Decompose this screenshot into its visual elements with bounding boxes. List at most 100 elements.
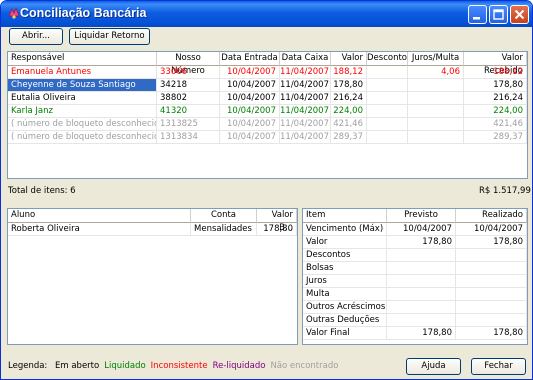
detail-row[interactable]: Juros — [303, 275, 527, 288]
table-cell — [456, 301, 527, 314]
column-header[interactable]: Data Entrada — [220, 52, 280, 66]
window-title: Conciliação Bancária — [20, 6, 147, 20]
table-row[interactable]: ( número de bloqueto desconhecido ) 13138… — [8, 118, 527, 131]
table-cell — [456, 275, 527, 288]
table-cell — [408, 92, 464, 105]
title-bar[interactable]: Conciliação Bancária — [1, 1, 532, 27]
column-header[interactable]: Responsável — [8, 52, 157, 66]
table-cell: 1313834 — [157, 131, 220, 144]
table-cell: Valor Final — [303, 327, 387, 340]
close-icon — [514, 9, 525, 20]
column-header[interactable]: Realizado — [456, 209, 527, 223]
detail-row[interactable]: Outros Acréscimos — [303, 301, 527, 314]
column-header[interactable]: Aluno — [8, 209, 191, 223]
column-header[interactable]: Desconto — [367, 52, 408, 66]
student-table[interactable]: Aluno Conta Valor B... Roberta Oliveira Mens… — [7, 208, 298, 345]
column-header[interactable]: Data Caixa — [280, 52, 331, 66]
settle-return-button[interactable]: Liquidar Retorno — [69, 28, 150, 45]
table-cell: 224,00 — [464, 105, 527, 118]
table-cell — [387, 301, 456, 314]
legend-label: Legenda: — [8, 361, 48, 371]
table-cell — [456, 288, 527, 301]
column-header[interactable]: Previsto — [387, 209, 456, 223]
items-total-label: Total de itens: 6 — [8, 186, 76, 196]
detail-row[interactable]: Multa — [303, 288, 527, 301]
table-cell: 4,06 — [408, 66, 464, 79]
table-cell: 38802 — [157, 92, 220, 105]
table-cell: 10/04/2007 — [220, 131, 280, 144]
help-button[interactable]: Ajuda — [406, 358, 461, 375]
detail-row[interactable]: Valor Final 178,80 178,80 — [303, 327, 527, 340]
table-cell: Multa — [303, 288, 387, 301]
column-header[interactable]: Valor B... — [257, 209, 297, 233]
table-cell: Valor — [303, 236, 387, 249]
table-cell: Bolsas — [303, 262, 387, 275]
table-cell: 10/04/2007 — [220, 118, 280, 131]
detail-row[interactable]: Vencimento (Máx) 10/04/2007 10/04/2007 — [303, 223, 527, 236]
detail-row[interactable]: Descontos — [303, 249, 527, 262]
table-cell: 11/04/2007 — [280, 79, 331, 92]
maximize-icon — [493, 9, 504, 20]
table-cell — [387, 314, 456, 327]
table-cell — [408, 79, 464, 92]
minimize-icon — [473, 17, 480, 20]
table-cell: Vencimento (Máx) — [303, 223, 387, 236]
table-cell: 11/04/2007 — [280, 131, 331, 144]
table-cell: 188,12 — [464, 66, 527, 79]
table-cell: 188,12 — [331, 66, 367, 79]
table-cell: 178,80 — [331, 79, 367, 92]
student-row[interactable]: Roberta Oliveira Mensalidades 178,80 — [8, 223, 297, 236]
table-row[interactable]: Eutalia Oliveira 38802 10/04/2007 11/04/200… — [8, 92, 527, 105]
detail-row[interactable]: Valor 178,80 178,80 — [303, 236, 527, 249]
table-row[interactable]: Emanuela Antunes 33066 10/04/2007 11/04/200… — [8, 66, 527, 79]
table-cell: Mensalidades — [191, 223, 257, 236]
column-header[interactable]: Valor — [331, 52, 367, 66]
detail-row[interactable]: Outras Deduções — [303, 314, 527, 327]
table-cell: Descontos — [303, 249, 387, 262]
maximize-button[interactable] — [489, 5, 508, 24]
table-row[interactable]: ( número de bloqueto desconhecido ) 13138… — [8, 131, 527, 144]
table-cell — [367, 79, 408, 92]
table-cell: 178,80 — [456, 327, 527, 340]
table-cell: 10/04/2007 — [220, 79, 280, 92]
table-cell: 216,24 — [331, 92, 367, 105]
table-cell: Outras Deduções — [303, 314, 387, 327]
legend-item: Não encontrado — [270, 361, 339, 371]
table-cell — [408, 131, 464, 144]
table-cell: 289,37 — [331, 131, 367, 144]
table-cell: 178,80 — [257, 223, 297, 236]
table-cell — [408, 105, 464, 118]
amount-total: R$ 1.517,99 — [479, 186, 531, 196]
table-cell: 10/04/2007 — [220, 105, 280, 118]
legend-item: Liquidado — [104, 361, 146, 371]
column-header[interactable]: Item — [303, 209, 387, 223]
table-cell — [408, 118, 464, 131]
open-button[interactable]: Abrir... — [9, 28, 63, 45]
table-row[interactable]: Cheyenne de Souza Santiago 34218 10/04/200… — [8, 79, 527, 92]
close-button[interactable]: Fechar — [471, 358, 526, 375]
table-cell — [387, 288, 456, 301]
table-cell — [456, 262, 527, 275]
column-header[interactable]: Conta — [191, 209, 257, 223]
minimize-button[interactable] — [468, 5, 487, 24]
table-cell — [367, 66, 408, 79]
detail-table[interactable]: Item Previsto Realizado Vencimento (Máx) 10/… — [302, 208, 528, 345]
table-cell: 11/04/2007 — [280, 105, 331, 118]
legend: Legenda: Em aberto Liquidado Inconsistente… — [8, 361, 338, 371]
table-cell: 421,46 — [464, 118, 527, 131]
table-row[interactable]: Karla Janz 41320 10/04/2007 11/04/2007 224,0… — [8, 105, 527, 118]
close-window-button[interactable] — [510, 5, 529, 24]
table-cell — [456, 249, 527, 262]
column-header[interactable]: Juros/Multa — [408, 52, 464, 66]
column-header[interactable]: Nosso Número — [157, 52, 220, 76]
table-cell: 178,80 — [387, 327, 456, 340]
column-header[interactable]: Valor Recebido — [464, 52, 527, 76]
detail-row[interactable]: Bolsas — [303, 262, 527, 275]
conciliation-window: Conciliação Bancária Abrir... Liquidar R… — [0, 0, 533, 380]
table-cell: 11/04/2007 — [280, 118, 331, 131]
table-cell: 34218 — [157, 79, 220, 92]
table-cell: 33066 — [157, 66, 220, 79]
payments-table[interactable]: Responsável Nosso Número Data Entrada Data … — [7, 51, 528, 179]
table-cell: 178,80 — [387, 236, 456, 249]
table-cell — [367, 105, 408, 118]
